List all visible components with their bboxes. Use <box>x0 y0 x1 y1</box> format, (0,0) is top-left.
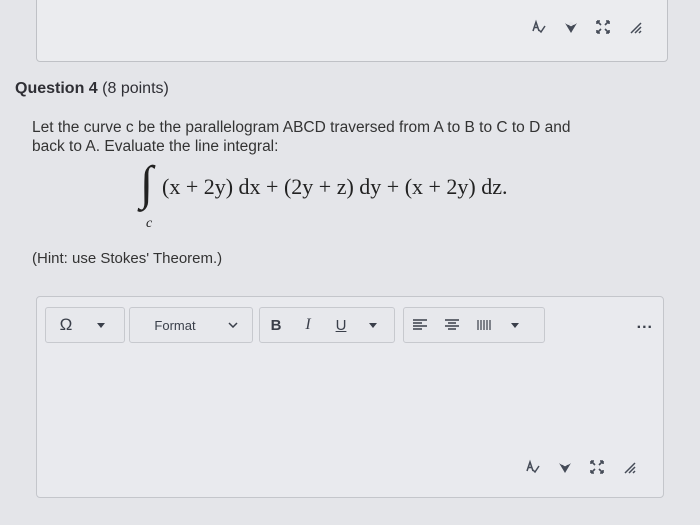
special-character-dropdown[interactable] <box>86 308 116 342</box>
format-dropdown[interactable]: Format <box>129 307 253 343</box>
format-label: Format <box>154 317 196 333</box>
question-line-2: back to A. Evaluate the line integral: <box>32 138 279 155</box>
question-points: (8 points) <box>102 80 169 97</box>
align-left-icon <box>413 319 427 330</box>
integral-expression: (x + 2y) dx + (2y + z) dy + (x + 2y) dz. <box>162 174 508 199</box>
integral-sign: ∫ <box>140 157 154 210</box>
italic-button[interactable]: I <box>292 308 324 342</box>
bold-button[interactable]: B <box>260 308 292 342</box>
fullscreen-icon[interactable] <box>589 459 605 475</box>
alignment-group <box>403 307 545 343</box>
special-character-button[interactable]: Ω <box>46 308 86 342</box>
accessibility-icon[interactable] <box>557 459 573 475</box>
alignment-dropdown[interactable] <box>500 308 530 342</box>
text-style-group: B I U <box>259 307 395 343</box>
chevron-down-icon <box>369 322 377 328</box>
question-text: Let the curve c be the parallelogram ABC… <box>32 118 632 156</box>
editor-status-icons <box>525 459 637 475</box>
align-left-button[interactable] <box>404 308 436 342</box>
integral-subscript: c <box>146 216 153 231</box>
spellcheck-icon[interactable] <box>531 19 547 35</box>
hint-text: (Hint: use Stokes' Theorem.) <box>32 250 223 267</box>
previous-editor-status-icons <box>531 19 643 35</box>
question-line-1: Let the curve c be the parallelogram ABC… <box>32 119 571 136</box>
question-title: Question 4 (8 points) <box>15 80 169 98</box>
resize-icon[interactable] <box>627 19 643 35</box>
text-style-dropdown[interactable] <box>358 308 388 342</box>
chevron-down-icon <box>220 308 246 342</box>
answer-editor[interactable]: Ω Format B I U ... <box>36 296 664 498</box>
fullscreen-icon[interactable] <box>595 19 611 35</box>
chevron-down-icon <box>511 322 519 328</box>
list-icon <box>477 320 491 330</box>
spellcheck-icon[interactable] <box>525 459 541 475</box>
accessibility-icon[interactable] <box>563 19 579 35</box>
underline-button[interactable]: U <box>324 308 358 342</box>
align-center-icon <box>445 319 459 330</box>
question-number: Question 4 <box>15 80 98 97</box>
editor-toolbar: Ω Format B I U ... <box>45 307 655 343</box>
special-char-group: Ω <box>45 307 125 343</box>
chevron-down-icon <box>97 322 105 328</box>
align-center-button[interactable] <box>436 308 468 342</box>
list-button[interactable] <box>468 308 500 342</box>
resize-icon[interactable] <box>621 459 637 475</box>
previous-answer-editor[interactable] <box>36 0 668 62</box>
more-options-button[interactable]: ... <box>637 315 653 333</box>
